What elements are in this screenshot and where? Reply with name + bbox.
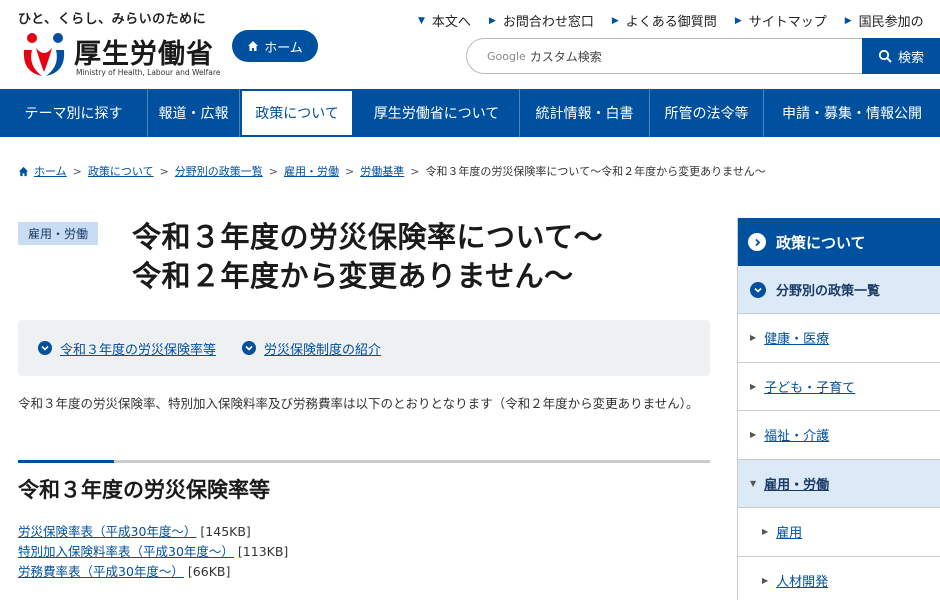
section-divider [18, 460, 710, 463]
search-button-label: 検索 [897, 50, 924, 66]
util-link-sitemap[interactable]: ▶ サイトマップ [735, 11, 827, 30]
utility-links: ▼ 本文へ ▶ お問合わせ窓口 ▶ よくある御質問 ▶ サイトマップ ▶ 国民参加の [418, 11, 940, 30]
gnav-themes[interactable]: テーマ別に探す [0, 89, 148, 137]
gnav-about[interactable]: 厚生労働省について [354, 89, 520, 137]
file-size: [113KB] [237, 544, 289, 559]
file-link-labor-cost-table[interactable]: 労務費率表（平成30年度〜） [18, 564, 184, 579]
chevron-right-icon: ▶ [762, 575, 769, 585]
chevron-down-icon [242, 341, 257, 355]
home-icon [248, 41, 259, 51]
sidebar-item-employment[interactable]: ▼ 雇用・労働 [738, 459, 940, 508]
chevron-right-icon: ▶ [750, 333, 757, 343]
home-button-label: ホーム [264, 40, 303, 56]
gnav-policy[interactable]: 政策について [240, 89, 354, 137]
chevron-right-icon: ▶ [734, 15, 742, 26]
search-placeholder: カスタム検索 [529, 49, 602, 64]
util-link-main-content[interactable]: ▼ 本文へ [418, 11, 471, 30]
util-link-contact[interactable]: ▶ お問合わせ窓口 [489, 11, 594, 30]
file-link-rate-table[interactable]: 労災保険率表（平成30年度〜） [18, 524, 196, 539]
sidebar-heading[interactable]: 政策について [738, 218, 940, 266]
chevron-right-icon [748, 233, 766, 251]
breadcrumb-separator: > [72, 164, 82, 178]
search-brand: Google [487, 49, 526, 63]
file-size: [145KB] [200, 524, 251, 539]
chevron-down-icon: ▼ [750, 478, 757, 488]
ministry-logo-icon [23, 33, 65, 76]
breadcrumb-home[interactable]: ホーム [34, 163, 67, 179]
breadcrumb-labor-standards[interactable]: 労働基準 [360, 163, 404, 179]
chevron-right-icon: ▶ [611, 15, 619, 26]
home-icon [18, 166, 29, 176]
sidebar-item-employment-sub[interactable]: ▶ 雇用 [738, 508, 940, 557]
gnav-statistics[interactable]: 統計情報・白書 [520, 89, 650, 137]
breadcrumb-separator: > [268, 164, 278, 178]
sidebar-policy-list[interactable]: 分野別の政策一覧 [738, 266, 940, 314]
search-icon [878, 49, 892, 63]
global-nav: テーマ別に探す 報道・広報 政策について 厚生労働省について 統計情報・白書 所… [0, 89, 940, 137]
chevron-right-icon: ▶ [750, 381, 757, 391]
file-list: 労災保険率表（平成30年度〜） [145KB] 特別加入保険料率表（平成30年度〜… [18, 522, 288, 582]
list-item: 労務費率表（平成30年度〜） [66KB] [18, 562, 288, 582]
breadcrumb-current: 令和３年度の労災保険率について〜令和２年度から変更ありません〜 [425, 165, 766, 178]
page-title-line1: 令和３年度の労災保険率について〜 [132, 220, 604, 254]
list-item: 労災保険率表（平成30年度〜） [145KB] [18, 522, 288, 542]
site-logo[interactable]: 厚生労働省 Ministry of Health, Labour and Wel… [18, 28, 221, 80]
sidebar: 政策について 分野別の政策一覧 ▶ 健康・医療 ▶ 子ども・子育て ▶ 福祉・介護 ▼… [737, 218, 940, 600]
breadcrumb-separator: > [410, 164, 420, 178]
util-link-faq[interactable]: ▶ よくある御質問 [612, 11, 717, 30]
list-item: 特別加入保険料率表（平成30年度〜） [113KB] [18, 542, 288, 562]
file-link-special-rate-table[interactable]: 特別加入保険料率表（平成30年度〜） [18, 544, 234, 559]
sidebar-item-health[interactable]: ▶ 健康・医療 [738, 314, 940, 363]
category-badge: 雇用・労働 [18, 222, 99, 245]
page-title-line2: 令和２年度から変更ありません〜 [132, 259, 574, 293]
chevron-right-icon: ▶ [762, 527, 769, 537]
file-size: [66KB] [187, 564, 231, 579]
search-input[interactable]: Google カスタム検索 [466, 38, 862, 74]
breadcrumb: ホーム > 政策について > 分野別の政策一覧 > 雇用・労働 > 労働基準 >… [18, 163, 766, 179]
site-tagline: ひと、くらし、みらいのために [18, 12, 207, 27]
home-button[interactable]: ホーム [232, 30, 318, 62]
chevron-down-icon: ▼ [418, 15, 425, 26]
anchor-link-rates[interactable]: 令和３年度の労災保険率等 [38, 339, 216, 358]
sidebar-item-welfare[interactable]: ▶ 福祉・介護 [738, 411, 940, 460]
anchor-link-intro[interactable]: 労災保険制度の紹介 [242, 339, 381, 358]
breadcrumb-separator: > [159, 164, 169, 178]
gnav-applications[interactable]: 申請・募集・情報公開 [764, 89, 940, 137]
sidebar-item-children[interactable]: ▶ 子ども・子育て [738, 363, 940, 411]
logo-english: Ministry of Health, Labour and Welfare [76, 68, 221, 77]
section-title: 令和３年度の労災保険率等 [18, 478, 270, 502]
lead-paragraph: 令和３年度の労災保険率、特別加入保険料率及び労務費率は以下のとおりとなります（令… [18, 396, 699, 411]
breadcrumb-separator: > [345, 164, 355, 178]
chevron-down-icon [38, 341, 52, 355]
page-title: 令和３年度の労災保険率について〜 令和２年度から変更ありません〜 [132, 218, 603, 296]
breadcrumb-policy[interactable]: 政策について [88, 163, 154, 179]
gnav-laws[interactable]: 所管の法令等 [650, 89, 764, 137]
sidebar-item-hr-development[interactable]: ▶ 人材開発 [738, 557, 940, 600]
gnav-press[interactable]: 報道・広報 [148, 89, 240, 137]
chevron-right-icon: ▶ [750, 430, 757, 440]
page-anchor-links: 令和３年度の労災保険率等 労災保険制度の紹介 [18, 320, 710, 376]
chevron-down-icon [750, 281, 766, 298]
logo-wordmark: 厚生労働省 [74, 39, 214, 70]
breadcrumb-employment[interactable]: 雇用・労働 [284, 163, 339, 179]
util-link-participation[interactable]: ▶ 国民参加の [845, 11, 924, 30]
chevron-right-icon: ▶ [488, 15, 496, 26]
breadcrumb-policy-list[interactable]: 分野別の政策一覧 [175, 163, 263, 179]
chevron-right-icon: ▶ [844, 15, 852, 26]
search-button[interactable]: 検索 [862, 38, 940, 74]
